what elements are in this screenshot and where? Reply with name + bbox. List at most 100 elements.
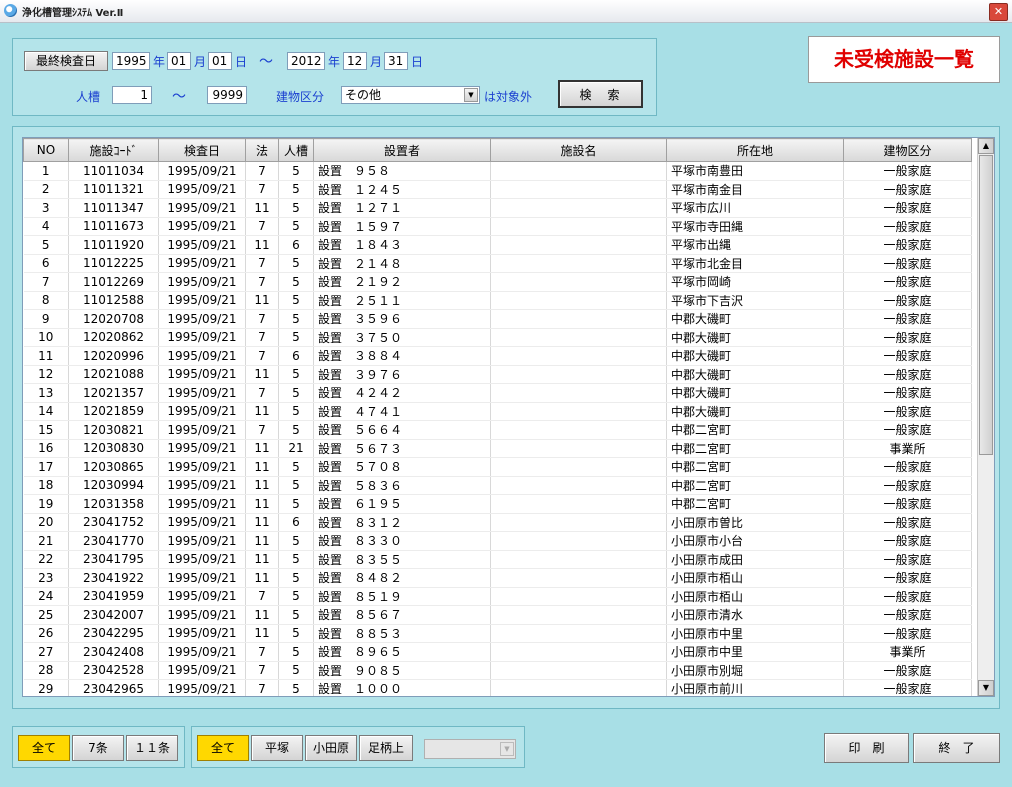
table-row[interactable]: 19 12031358 1995/09/21 11 5 設置 ６１９５ 中郡二宮町 一般家庭 [23, 494, 972, 514]
table-cell: 一般家庭 [843, 587, 972, 606]
table-row[interactable]: 14 12021859 1995/09/21 11 5 設置 ４７４１ 中郡大磯町 一般家庭 [23, 402, 972, 421]
to-month-input[interactable]: 12 [343, 52, 367, 70]
table-cell: 11012269 [68, 272, 159, 292]
table-row[interactable]: 17 12030865 1995/09/21 11 5 設置 ５７０８ 中郡二宮町 一般家庭 [23, 457, 972, 477]
column-header[interactable]: 建物区分 [843, 138, 972, 162]
table-cell: 12020862 [68, 328, 159, 347]
exit-button[interactable]: 終 了 [913, 733, 1000, 763]
table-cell: 21 [23, 531, 69, 551]
column-header[interactable]: 設置者 [313, 138, 491, 162]
close-window-button[interactable]: ✕ [989, 3, 1008, 21]
chevron-down-icon[interactable]: ▼ [464, 88, 478, 102]
law-filter-article7-button[interactable]: 7条 [72, 735, 124, 761]
table-row[interactable]: 6 11012225 1995/09/21 7 5 設置 ２１４８ 平塚市北金目 一般家庭 [23, 254, 972, 273]
table-row[interactable]: 15 12030821 1995/09/21 7 5 設置 ５６６４ 中郡二宮町 一般家庭 [23, 420, 972, 440]
from-month-input[interactable]: 01 [167, 52, 191, 70]
table-cell: 平塚市下吉沢 [666, 291, 844, 310]
area-filter-odawara-button[interactable]: 小田原 [305, 735, 357, 761]
table-cell [490, 254, 667, 273]
table-cell: 小田原市栢山 [666, 587, 844, 606]
law-filter-all-button[interactable]: 全て [18, 735, 70, 761]
table-cell: 小田原市中里 [666, 642, 844, 662]
table-cell: 11 [245, 531, 279, 551]
table-row[interactable]: 20 23041752 1995/09/21 11 6 設置 ８３１２ 小田原市曽比 一般家庭 [23, 513, 972, 532]
table-cell: 10 [23, 328, 69, 347]
table-row[interactable]: 23 23041922 1995/09/21 11 5 設置 ８４８２ 小田原市栢山 一般家庭 [23, 568, 972, 588]
building-type-select[interactable]: その他 ▼ [341, 86, 480, 104]
table-cell: 11012588 [68, 291, 159, 310]
to-day-input[interactable]: 31 [384, 52, 408, 70]
table-cell: 7 [245, 383, 279, 403]
table-row[interactable]: 22 23041795 1995/09/21 11 5 設置 ８３５５ 小田原市成田 一般家庭 [23, 550, 972, 569]
table-row[interactable]: 24 23041959 1995/09/21 7 5 設置 ８５１９ 小田原市栢山 一般家庭 [23, 587, 972, 606]
table-cell: 12020996 [68, 346, 159, 366]
table-row[interactable]: 27 23042408 1995/09/21 7 5 設置 ８９６５ 小田原市中里 事業所 [23, 642, 972, 662]
area-filter-all-button[interactable]: 全て [197, 735, 249, 761]
chevron-down-icon[interactable]: ▼ [500, 742, 514, 756]
table-cell: 24 [23, 587, 69, 606]
table-row[interactable]: 25 23042007 1995/09/21 11 5 設置 ８５６７ 小田原市清水 一般家庭 [23, 605, 972, 625]
table-row[interactable]: 12 12021088 1995/09/21 11 5 設置 ３９７６ 中郡大磯町 一般家庭 [23, 365, 972, 384]
column-header[interactable]: 検査日 [158, 138, 246, 162]
table-row[interactable]: 4 11011673 1995/09/21 7 5 設置 １５９７ 平塚市寺田縄 一般家庭 [23, 217, 972, 236]
person-from-input[interactable]: 1 [112, 86, 152, 104]
table-row[interactable]: 21 23041770 1995/09/21 11 5 設置 ８３３０ 小田原市小台 一般家庭 [23, 531, 972, 551]
table-cell: 5 [278, 217, 314, 236]
from-year-input[interactable]: 1995 [112, 52, 150, 70]
area-filter-hiratsuka-button[interactable]: 平塚 [251, 735, 303, 761]
to-day-unit: 日 [411, 55, 424, 69]
table-row[interactable]: 7 11012269 1995/09/21 7 5 設置 ２１９２ 平塚市岡崎 一般家庭 [23, 272, 972, 292]
scroll-thumb[interactable] [979, 155, 993, 455]
table-row[interactable]: 28 23042528 1995/09/21 7 5 設置 ９０８５ 小田原市別堀 一般家庭 [23, 661, 972, 680]
table-row[interactable]: 26 23042295 1995/09/21 11 5 設置 ８８５３ 小田原市中里 一般家庭 [23, 624, 972, 643]
table-row[interactable]: 9 12020708 1995/09/21 7 5 設置 ３５９６ 中郡大磯町 一般家庭 [23, 309, 972, 329]
table-cell: 設置 ９０８５ [313, 661, 491, 680]
table-cell: 小田原市清水 [666, 605, 844, 625]
table-cell: 1995/09/21 [158, 272, 246, 292]
to-year-input[interactable]: 2012 [287, 52, 325, 70]
column-header[interactable]: NO [23, 138, 69, 162]
results-grid[interactable]: NO 施設ｺｰﾄﾞ 検査日法人槽 設置者 施設名 所在地 建物区分 1 11011034 199… [22, 137, 995, 697]
scroll-down-arrow-icon[interactable]: ▼ [978, 680, 994, 696]
table-row[interactable]: 5 11011920 1995/09/21 11 6 設置 １８４３ 平塚市出縄 一般家庭 [23, 235, 972, 255]
table-cell: 5 [278, 679, 314, 696]
table-cell: 一般家庭 [843, 217, 972, 236]
last-inspection-date-button[interactable]: 最終検査日 [24, 51, 108, 71]
table-row[interactable]: 2 11011321 1995/09/21 7 5 設置 １２４５ 平塚市南金目 一般家庭 [23, 180, 972, 199]
table-cell: 一般家庭 [843, 272, 972, 292]
table-cell: 19 [23, 494, 69, 514]
from-day-input[interactable]: 01 [208, 52, 232, 70]
column-header[interactable]: 法 [245, 138, 279, 162]
table-cell: 11 [245, 550, 279, 569]
vertical-scrollbar[interactable]: ▲ ▼ [977, 138, 994, 696]
table-cell: 設置 ５７０８ [313, 457, 491, 477]
column-header[interactable]: 所在地 [666, 138, 844, 162]
search-button[interactable]: 検 索 [558, 80, 643, 108]
table-cell: 一般家庭 [843, 402, 972, 421]
person-to-input[interactable]: 9999 [207, 86, 247, 104]
table-cell: 5 [278, 568, 314, 588]
table-row[interactable]: 18 12030994 1995/09/21 11 5 設置 ５８３６ 中郡二宮町 一般家庭 [23, 476, 972, 495]
table-cell: 設置 ９５８ [313, 161, 491, 181]
table-cell: 設置 ８３１２ [313, 513, 491, 532]
law-filter-article11-button[interactable]: １１条 [126, 735, 178, 761]
scroll-up-arrow-icon[interactable]: ▲ [978, 138, 994, 154]
table-row[interactable]: 29 23042965 1995/09/21 7 5 設置 １０００ 小田原市前川 一般家庭 [23, 679, 972, 696]
table-cell [490, 605, 667, 625]
table-row[interactable]: 1 11011034 1995/09/21 7 5 設置 ９５８ 平塚市南豊田 一般家庭 [23, 161, 972, 181]
table-row[interactable]: 3 11011347 1995/09/21 11 5 設置 １２７１ 平塚市広川 一般家庭 [23, 198, 972, 218]
print-button[interactable]: 印 刷 [824, 733, 909, 763]
area-filter-ashigarakami-button[interactable]: 足柄上 [359, 735, 413, 761]
table-cell: 1995/09/21 [158, 383, 246, 403]
area-sub-select[interactable]: ▼ [424, 739, 516, 759]
table-cell: 7 [245, 217, 279, 236]
table-row[interactable]: 13 12021357 1995/09/21 7 5 設置 ４２４２ 中郡大磯町 一般家庭 [23, 383, 972, 403]
table-cell: 7 [245, 309, 279, 329]
table-row[interactable]: 8 11012588 1995/09/21 11 5 設置 ２５１１ 平塚市下吉沢 一般家庭 [23, 291, 972, 310]
column-header[interactable]: 施設名 [490, 138, 667, 162]
table-row[interactable]: 10 12020862 1995/09/21 7 5 設置 ３７５０ 中郡大磯町 一般家庭 [23, 328, 972, 347]
table-row[interactable]: 16 12030830 1995/09/21 11 21 設置 ５６７３ 中郡二宮町 事業所 [23, 439, 972, 458]
column-header[interactable]: 施設ｺｰﾄﾞ [68, 138, 159, 162]
table-row[interactable]: 11 12020996 1995/09/21 7 6 設置 ３８８４ 中郡大磯町 一般家庭 [23, 346, 972, 366]
column-header[interactable]: 人槽 [278, 138, 314, 162]
